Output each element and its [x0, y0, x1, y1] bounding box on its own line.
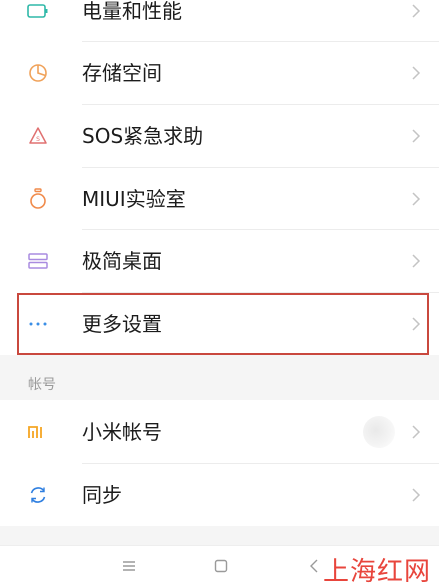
- mi-logo-icon: [26, 420, 50, 444]
- settings-item-label: 电量和性能: [82, 0, 182, 23]
- menu-icon[interactable]: [118, 556, 140, 576]
- sync-icon: [26, 483, 50, 507]
- watermark-text: 上海红网: [322, 557, 431, 587]
- settings-item-sos[interactable]: S SOS紧急求助: [0, 105, 439, 167]
- chevron-right-icon: [409, 63, 423, 83]
- settings-item-mi-account[interactable]: 小米帐号: [0, 401, 439, 463]
- avatar: [363, 416, 395, 448]
- settings-item-miui-lab[interactable]: MIUI实验室: [0, 168, 439, 230]
- chevron-right-icon: [409, 1, 423, 21]
- settings-item-label: 同步: [82, 483, 122, 507]
- sos-alert-icon: S: [26, 124, 50, 148]
- settings-item-simple-desktop[interactable]: 极简桌面: [0, 230, 439, 292]
- section-separator: [0, 526, 439, 545]
- settings-item-label: 极简桌面: [82, 249, 162, 273]
- settings-item-label: MIUI实验室: [82, 187, 186, 211]
- chevron-right-icon: [409, 422, 423, 442]
- settings-item-sync[interactable]: 同步: [0, 464, 439, 526]
- back-icon[interactable]: [303, 556, 325, 576]
- settings-item-label: 存储空间: [82, 61, 162, 85]
- chevron-right-icon: [409, 251, 423, 271]
- chevron-right-icon: [409, 126, 423, 146]
- chevron-right-icon: [409, 189, 423, 209]
- settings-item-label: 小米帐号: [82, 420, 162, 444]
- svg-text:S: S: [36, 136, 40, 143]
- home-icon[interactable]: [210, 556, 232, 576]
- settings-item-battery[interactable]: 电量和性能: [0, 0, 439, 42]
- highlight-annotation-box: [17, 293, 429, 355]
- battery-icon: [26, 0, 50, 23]
- chevron-right-icon: [409, 485, 423, 505]
- settings-item-label: SOS紧急求助: [82, 124, 204, 148]
- storage-pie-icon: [26, 61, 50, 85]
- lab-flask-icon: [26, 187, 50, 211]
- section-title-account: 帐号: [28, 377, 56, 393]
- section-separator: [0, 355, 439, 400]
- settings-item-storage[interactable]: 存储空间: [0, 42, 439, 104]
- simple-desktop-icon: [26, 249, 50, 273]
